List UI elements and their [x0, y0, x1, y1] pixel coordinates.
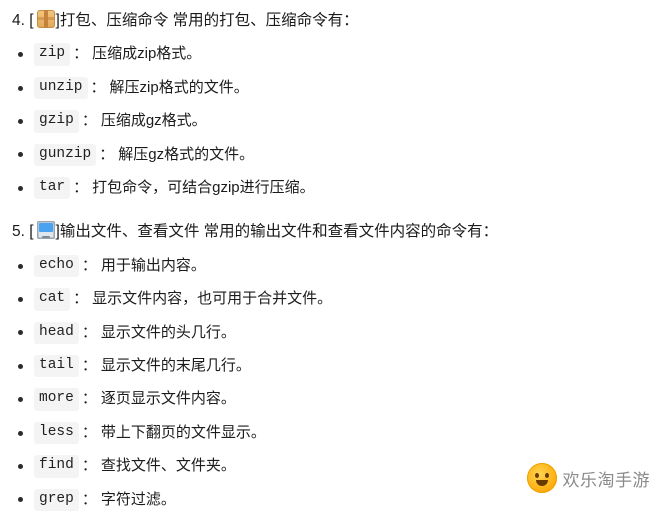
command-description: 查找文件、文件夹。 [100, 457, 236, 475]
bullet-icon [18, 263, 23, 269]
command-name: find [34, 455, 79, 478]
command-name: unzip [34, 76, 88, 100]
section-title-4: ]打包、压缩命令 常用的打包、压缩命令有： [55, 12, 359, 29]
watermark: 欢乐淘手游 [523, 460, 654, 496]
separator: ： [81, 357, 97, 374]
list-item: less ： 带上下翻页的文件显示。 [0, 417, 658, 450]
section-number-4: 4. [ [12, 12, 34, 29]
smiley-face-icon [526, 463, 557, 493]
watermark-text: 欢乐淘手游 [562, 470, 650, 490]
command-name: more [34, 388, 79, 411]
command-name: tar [34, 177, 71, 200]
list-item: tail ： 显示文件的末尾几行。 [0, 350, 658, 383]
monitor-icon [36, 221, 55, 240]
bullet-icon [18, 296, 23, 302]
separator: ： [90, 78, 106, 96]
separator: ： [81, 457, 97, 475]
eye-right [544, 473, 549, 478]
command-description: 用于输出内容。 [100, 256, 206, 274]
separator: ： [81, 390, 97, 408]
command-name: zip [34, 43, 71, 66]
package-icon [36, 10, 55, 28]
bullet-icon [18, 152, 23, 158]
bullet-icon [18, 85, 23, 91]
list-item: zip ： 压缩成zip格式。 [0, 38, 658, 71]
mouth [535, 480, 548, 486]
section-heading-5: 5. [ ]输出文件、查看文件 常用的输出文件和查看文件内容的命令有： [0, 211, 658, 247]
command-name: tail [34, 355, 79, 378]
command-list-packaging: zip ： 压缩成zip格式。 unzip ： 解压zip格式的文件。 gzip… [0, 36, 658, 207]
document-page: 4. [ ]打包、压缩命令 常用的打包、压缩命令有： zip ： 压缩成zip格… [0, 0, 658, 512]
separator: ： [81, 256, 97, 274]
list-item: echo ： 用于输出内容。 [0, 250, 658, 283]
bullet-icon [18, 397, 23, 403]
separator: ： [99, 145, 115, 163]
bullet-icon [18, 52, 23, 58]
section-heading-4: 4. [ ]打包、压缩命令 常用的打包、压缩命令有： [0, 0, 658, 36]
command-description: 压缩成zip格式。 [92, 45, 202, 63]
command-description: 解压zip格式的文件。 [109, 78, 249, 96]
separator: ： [81, 112, 97, 130]
command-description: 逐页显示文件内容。 [100, 390, 236, 408]
bullet-icon [18, 430, 23, 436]
command-description: 显示文件的头几行。 [100, 323, 236, 341]
command-description: 压缩成gz格式。 [100, 112, 207, 130]
command-name: head [34, 321, 79, 345]
list-item: gunzip ： 解压gz格式的文件。 [0, 139, 658, 172]
bullet-icon [18, 463, 23, 469]
list-item: more ： 逐页显示文件内容。 [0, 383, 658, 416]
list-item: gzip ： 压缩成gz格式。 [0, 105, 658, 138]
separator: ： [73, 178, 89, 196]
bullet-icon [18, 330, 23, 336]
command-description: 显示文件内容，也可用于合并文件。 [92, 290, 333, 308]
command-name: echo [34, 254, 79, 278]
separator: ： [81, 423, 97, 441]
command-description: 打包命令，可结合gzip进行压缩。 [92, 178, 315, 196]
eye-left [534, 473, 539, 478]
bullet-icon [18, 363, 23, 369]
command-name: gunzip [34, 143, 97, 167]
section-number-5: 5. [ [12, 223, 34, 241]
command-description: 显示文件的末尾几行。 [100, 357, 251, 374]
bullet-icon [18, 118, 23, 124]
command-description: 带上下翻页的文件显示。 [100, 423, 266, 441]
list-item: cat ： 显示文件内容，也可用于合并文件。 [0, 283, 658, 316]
section-title-5: ]输出文件、查看文件 常用的输出文件和查看文件内容的命令有： [55, 223, 499, 241]
list-item: head ： 显示文件的头几行。 [0, 317, 658, 350]
separator: ： [73, 290, 89, 308]
separator: ： [81, 323, 97, 341]
command-description: 解压gz格式的文件。 [118, 145, 255, 163]
command-name: gzip [34, 110, 79, 133]
section-packaging: 4. [ ]打包、压缩命令 常用的打包、压缩命令有： zip ： 压缩成zip格… [0, 0, 658, 207]
command-name: cat [34, 288, 71, 311]
separator: ： [73, 45, 89, 63]
bullet-icon [18, 185, 23, 191]
command-name: less [34, 421, 79, 445]
list-item: unzip ： 解压zip格式的文件。 [0, 72, 658, 105]
list-item: tar ： 打包命令，可结合gzip进行压缩。 [0, 172, 658, 205]
